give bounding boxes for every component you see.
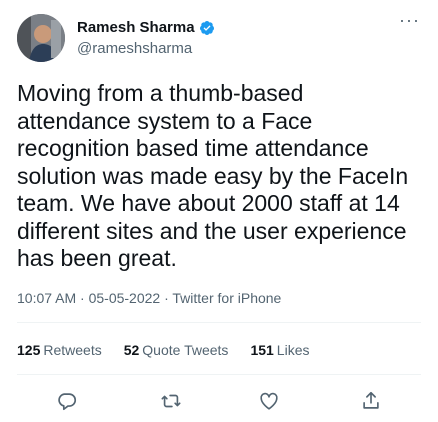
- tweet-meta: 10:07 AM · 05-05-2022 · Twitter for iPho…: [17, 290, 282, 306]
- retweets-stat[interactable]: 125 Retweets: [17, 342, 102, 358]
- likes-stat[interactable]: 151 Likes: [250, 342, 309, 358]
- divider: [17, 322, 421, 323]
- display-name[interactable]: Ramesh Sharma: [77, 18, 195, 37]
- verified-icon: [199, 20, 215, 36]
- retweet-icon[interactable]: [160, 390, 182, 412]
- action-bar: [0, 390, 438, 412]
- reply-icon[interactable]: [56, 390, 78, 412]
- user-handle[interactable]: @rameshsharma: [77, 39, 215, 58]
- tweet-text: Moving from a thumb-based attendance sys…: [17, 80, 409, 271]
- share-icon[interactable]: [360, 390, 382, 412]
- divider: [17, 374, 421, 375]
- tweet-card: Ramesh Sharma @rameshsharma ··· Moving f…: [0, 0, 438, 422]
- display-name-row: Ramesh Sharma: [77, 18, 215, 37]
- user-info: Ramesh Sharma @rameshsharma: [77, 18, 215, 58]
- quotes-stat[interactable]: 52 Quote Tweets: [124, 342, 229, 358]
- tweet-stats: 125 Retweets 52 Quote Tweets 151 Likes: [17, 342, 309, 358]
- avatar-photo: [17, 14, 65, 62]
- more-icon[interactable]: ···: [399, 10, 420, 31]
- avatar[interactable]: [17, 14, 65, 62]
- like-icon[interactable]: [258, 390, 280, 412]
